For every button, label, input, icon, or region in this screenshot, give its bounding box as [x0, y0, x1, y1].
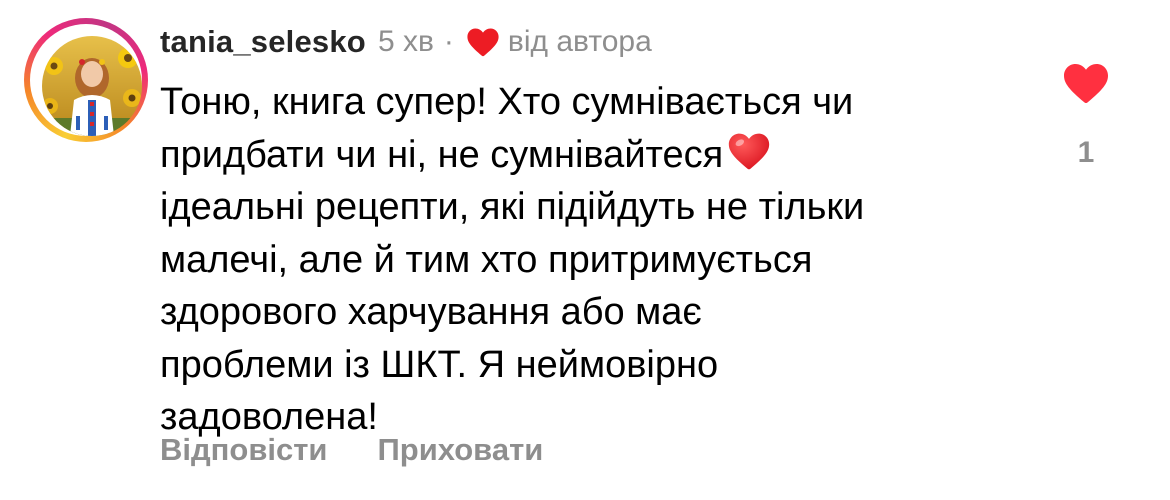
heart-icon — [466, 27, 500, 57]
comment-text-line-with-emoji: придбати чи ні, не сумнівайтеся — [160, 129, 1020, 182]
like-count[interactable]: 1 — [1062, 136, 1110, 170]
avatar-photo — [42, 36, 142, 136]
comment-text: Тоню, книга супер! Хто сумнівається чи п… — [160, 76, 1020, 444]
like-button[interactable] — [1062, 62, 1110, 104]
reply-button[interactable]: Відповісти — [160, 432, 328, 468]
comment-text-line: придбати чи ні, не сумнівайтеся — [160, 133, 724, 176]
comment-text-line: здорового харчування або має — [160, 291, 702, 333]
avatar[interactable] — [42, 36, 142, 136]
comment-text-line: проблеми із ШКТ. Я неймовірно — [160, 343, 719, 386]
red-heart-emoji-icon — [727, 131, 771, 171]
comment-text-line: Тоню, книга супер! Хто сумнівається чи — [160, 81, 854, 123]
author-badge-label: від автора — [507, 25, 652, 58]
timestamp[interactable]: 5 хв — [378, 25, 434, 59]
comment-text-line: малечі, але й тим хто притримується — [160, 238, 813, 281]
hide-button[interactable]: Приховати — [378, 432, 544, 468]
comment-actions: Відповісти Приховати — [160, 432, 543, 468]
comment: tania_selesko 5 хв · від автора Тоню, кн… — [0, 0, 1170, 500]
avatar-story-ring[interactable] — [24, 18, 148, 142]
heart-icon — [1064, 64, 1108, 103]
username-link[interactable]: tania_selesko — [160, 24, 366, 60]
comment-header: tania_selesko 5 хв · від автора — [160, 22, 652, 62]
avatar-ring-gap — [30, 24, 142, 136]
separator-dot: · — [443, 25, 454, 58]
comment-text-line: ідеальні рецепти, які підійдуть не тільк… — [160, 186, 865, 228]
